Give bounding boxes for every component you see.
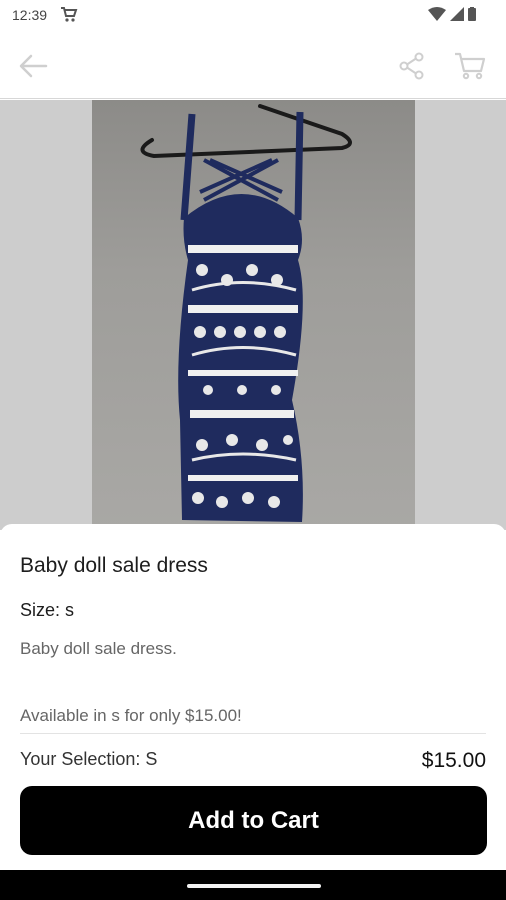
product-image-area xyxy=(0,100,506,530)
back-arrow-icon xyxy=(19,54,48,78)
selection-summary: Your Selection: S xyxy=(20,749,158,769)
add-to-cart-label: Add to Cart xyxy=(188,806,319,834)
divider xyxy=(20,733,486,734)
cart-button[interactable] xyxy=(450,48,490,84)
product-details-sheet: Baby doll sale dress Size: s Baby doll s… xyxy=(0,524,506,870)
product-photo[interactable] xyxy=(92,100,415,530)
cart-notification-icon xyxy=(61,7,78,22)
wifi-icon xyxy=(428,7,446,21)
price-label: $15.00 xyxy=(421,749,486,772)
share-button[interactable] xyxy=(394,48,430,84)
status-time: 12:39 xyxy=(12,7,48,23)
status-icons xyxy=(428,7,476,21)
signal-icon xyxy=(450,7,464,21)
back-button[interactable] xyxy=(14,48,52,84)
product-description: Baby doll sale dress. xyxy=(20,639,177,658)
top-app-bar xyxy=(0,32,506,99)
home-gesture-handle[interactable] xyxy=(187,884,321,888)
product-availability: Available in s for only $15.00! xyxy=(20,706,242,725)
status-bar: 12:39 xyxy=(0,0,506,32)
add-to-cart-button[interactable]: Add to Cart xyxy=(20,786,487,855)
share-icon xyxy=(399,52,424,80)
dress-image xyxy=(140,104,352,522)
cart-icon xyxy=(455,52,486,80)
system-navigation-bar xyxy=(0,870,506,900)
product-size: Size: s xyxy=(20,600,75,620)
battery-icon xyxy=(468,7,476,21)
product-title: Baby doll sale dress xyxy=(20,554,208,577)
